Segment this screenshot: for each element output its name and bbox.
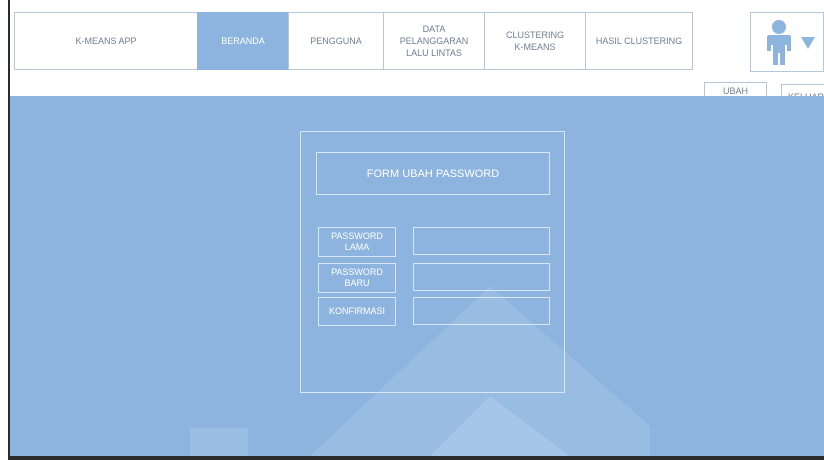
- nav-data-pelanggaran[interactable]: DATA PELANGGARAN LALU LINTAS: [383, 12, 485, 70]
- frame-border-bottom: [8, 456, 824, 460]
- nav-clustering[interactable]: CLUSTERING K-MEANS: [484, 12, 586, 70]
- konfirmasi-field[interactable]: [413, 297, 550, 325]
- nav-hasil-clustering[interactable]: HASIL CLUSTERING: [585, 12, 693, 70]
- user-menu[interactable]: [750, 12, 824, 72]
- password-lama-label: PASSWORD LAMA: [318, 227, 396, 257]
- app-brand[interactable]: K-MEANS APP: [14, 12, 198, 70]
- caret-down-icon: [801, 37, 815, 49]
- password-lama-field[interactable]: [413, 227, 550, 255]
- nav-pengguna[interactable]: PENGGUNA: [288, 12, 384, 70]
- password-baru-field[interactable]: [413, 263, 550, 291]
- top-navigation: K-MEANS APP BERANDA PENGGUNA DATA PELANG…: [14, 12, 693, 72]
- password-baru-label: PASSWORD BARU: [318, 263, 396, 293]
- nav-beranda[interactable]: BERANDA: [197, 12, 289, 70]
- form-title: FORM UBAH PASSWORD: [316, 152, 550, 195]
- konfirmasi-label: KONFIRMASI: [318, 297, 396, 326]
